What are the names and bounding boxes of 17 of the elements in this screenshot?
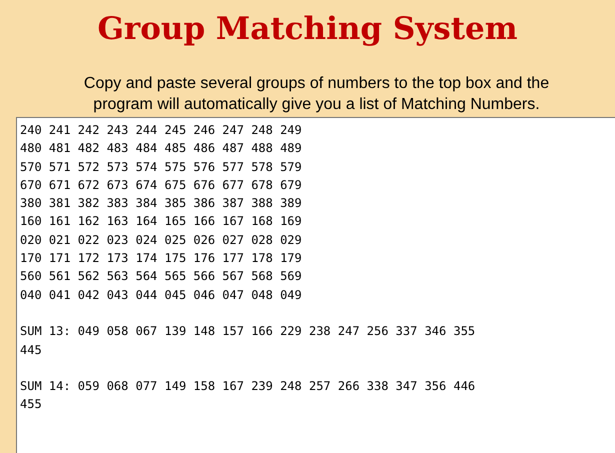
- text-line: 570 571 572 573 574 575 576 577 578 579: [20, 158, 302, 176]
- instructions-text: Copy and paste several groups of numbers to the top box and the program will automatically give you a list of Matching Numbers.: [82, 74, 550, 115]
- text-line: 480 481 482 483 484 485 486 487 488 489: [20, 140, 302, 158]
- text-line: 380 381 382 383 384 385 386 387 388 389: [20, 195, 302, 212]
- text-line: 560 561 562 563 564 565 566 567 568 569: [20, 268, 302, 286]
- text-line: 240 241 242 243 244 245 246 247 248 249: [20, 122, 302, 139]
- text-line: 455: [20, 396, 42, 414]
- text-line: 670 671 672 673 674 675 676 677 678 679: [20, 176, 302, 194]
- page-title: Group Matching System: [96, 10, 519, 49]
- text-line: 445: [20, 342, 42, 359]
- text-line: SUM 13: 049 058 067 139 148 157 166 229 238 247 256 337 346 355: [20, 323, 476, 340]
- text-line: 170 171 172 173 174 175 176 177 178 179: [20, 250, 302, 268]
- text-line: 020 021 022 023 024 025 026 027 028 029: [20, 232, 302, 249]
- text-line: SUM 14: 059 068 077 149 158 167 239 248 257 266 338 347 356 446: [20, 378, 476, 396]
- text-line: 040 041 042 043 044 045 046 047 048 049: [20, 286, 302, 304]
- numbers-input-field[interactable]: [16, 117, 615, 453]
- text-line: 160 161 162 163 164 165 166 167 168 169: [20, 213, 302, 230]
